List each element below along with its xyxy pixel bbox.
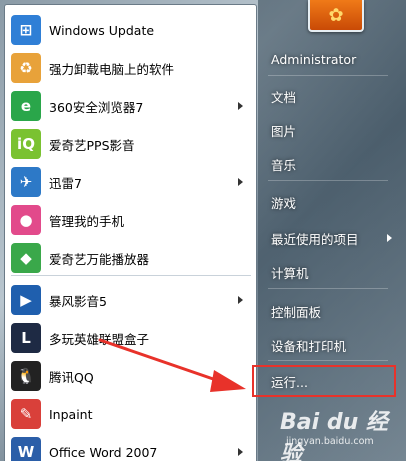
program-label: 爱奇艺PPS影音	[49, 137, 135, 153]
chevron-right-icon	[238, 296, 243, 304]
menu-item-label: 图片	[271, 123, 297, 139]
menu-item-label: 文档	[271, 89, 297, 105]
separator	[11, 275, 251, 276]
program-item[interactable]: ✈ 迅雷7	[5, 163, 256, 201]
user-picture-flower-icon[interactable]: ✿	[308, 0, 364, 32]
separator	[268, 75, 388, 76]
chevron-right-icon	[238, 102, 243, 110]
program-item[interactable]: W Office Word 2007	[5, 433, 256, 461]
menu-item-label: 设备和打印机	[271, 338, 347, 354]
menu-item-label: 计算机	[271, 265, 309, 281]
start-menu-programs-pane: ⊞ Windows Update ♻ 强力卸载电脑上的软件 e 360安全浏览器7 iQ 爱奇…	[4, 4, 257, 461]
program-item[interactable]: L 多玩英雄联盟盒子	[5, 319, 256, 357]
program-item[interactable]: ⊞ Windows Update	[5, 11, 256, 49]
windows-update-icon: ⊞	[11, 15, 41, 45]
program-label: 迅雷7	[49, 175, 82, 191]
lol-box-icon: L	[11, 323, 41, 353]
program-item[interactable]: ● 管理我的手机	[5, 201, 256, 239]
separator	[268, 180, 388, 181]
program-item[interactable]: ◆ 爱奇艺万能播放器	[5, 239, 256, 277]
menu-item-administrator[interactable]: Administrator	[264, 46, 400, 72]
iqiyi-pps-icon: iQ	[11, 129, 41, 159]
program-label: 爱奇艺万能播放器	[49, 251, 150, 267]
program-label: 暴风影音5	[49, 293, 107, 309]
phone-manager-icon: ●	[11, 205, 41, 235]
program-label: 360安全浏览器7	[49, 99, 144, 115]
baidu-jingyan-watermark: Bai du 经验 jingyan.baidu.com	[270, 400, 400, 461]
inpaint-icon: ✎	[11, 399, 41, 429]
program-label: Inpaint	[49, 406, 93, 422]
uninstall-icon: ♻	[11, 53, 41, 83]
menu-item-devices-and-printers[interactable]: 设备和打印机	[264, 332, 400, 358]
program-label: 腾讯QQ	[49, 369, 94, 385]
menu-item-games[interactable]: 游戏	[264, 189, 400, 215]
program-item[interactable]: e 360安全浏览器7	[5, 87, 256, 125]
program-label: Windows Update	[49, 22, 155, 38]
program-label: 管理我的手机	[49, 213, 125, 229]
iqiyi-player-icon: ◆	[11, 243, 41, 273]
chevron-right-icon	[387, 234, 392, 242]
program-item[interactable]: 🐧 腾讯QQ	[5, 357, 256, 395]
menu-item-pictures[interactable]: 图片	[264, 117, 400, 143]
baofeng-icon: ▶	[11, 285, 41, 315]
menu-item-label: 最近使用的项目	[271, 231, 359, 247]
menu-item-recent-items[interactable]: 最近使用的项目	[264, 225, 400, 251]
watermark-url: jingyan.baidu.com	[286, 436, 374, 447]
qq-penguin-icon: 🐧	[11, 361, 41, 391]
menu-item-computer[interactable]: 计算机	[264, 259, 400, 285]
program-item[interactable]: ▶ 暴风影音5	[5, 281, 256, 319]
menu-item-label: 游戏	[271, 195, 297, 211]
menu-item-music[interactable]: 音乐	[264, 151, 400, 177]
menu-item-label: 音乐	[271, 157, 297, 173]
menu-item-label: Administrator	[271, 51, 357, 67]
menu-item-control-panel[interactable]: 控制面板	[264, 298, 400, 324]
xunlei-icon: ✈	[11, 167, 41, 197]
program-label: Office Word 2007	[49, 444, 158, 460]
word-icon: W	[11, 437, 41, 461]
chevron-right-icon	[238, 178, 243, 186]
program-item[interactable]: iQ 爱奇艺PPS影音	[5, 125, 256, 163]
program-item[interactable]: ♻ 强力卸载电脑上的软件	[5, 49, 256, 87]
program-label: 多玩英雄联盟盒子	[49, 331, 150, 347]
program-item[interactable]: ✎ Inpaint	[5, 395, 256, 433]
browser-360-icon: e	[11, 91, 41, 121]
baidu-logo: Bai du 经验	[280, 410, 388, 461]
chevron-right-icon	[238, 448, 243, 456]
separator	[268, 288, 388, 289]
menu-item-documents[interactable]: 文档	[264, 83, 400, 109]
program-label: 强力卸载电脑上的软件	[49, 61, 175, 77]
separator	[268, 360, 388, 361]
menu-item-label: 控制面板	[271, 304, 322, 320]
annotation-highlight-box	[252, 365, 396, 397]
